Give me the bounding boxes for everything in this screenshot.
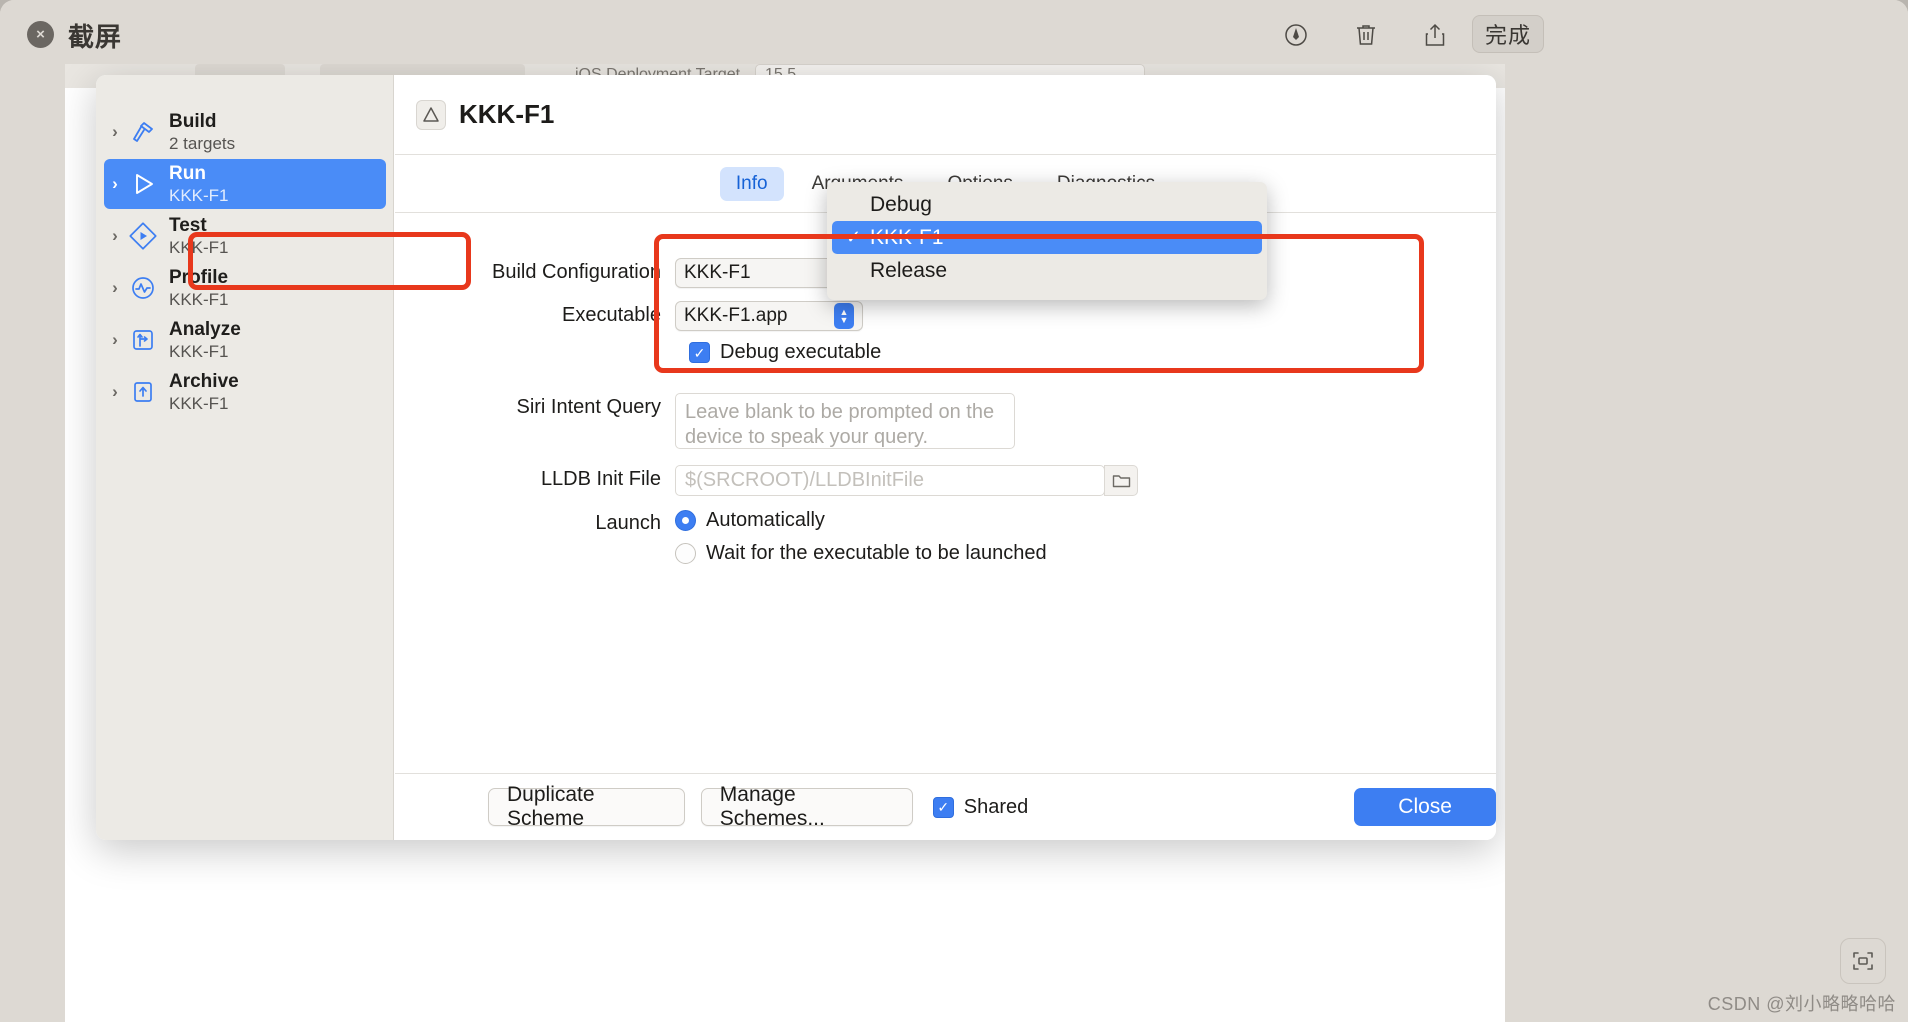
siri-intent-query-input[interactable]: Leave blank to be prompted on the device… (675, 393, 1015, 449)
duplicate-scheme-button[interactable]: Duplicate Scheme (488, 783, 685, 830)
launch-option-label: Wait for the executable to be launched (706, 542, 1047, 564)
sidebar-item-profile[interactable]: › Profile KKK-F1 (104, 263, 386, 313)
pane-header: KKK-F1 (395, 75, 1496, 155)
popup-item-release[interactable]: Release (832, 254, 1262, 287)
sidebar-item-build[interactable]: › Build 2 targets (104, 107, 386, 157)
disclosure-chevron-icon[interactable]: › (104, 122, 126, 142)
scheme-editor-sheet: › Build 2 targets › Run KKK-F1 › Test KK… (96, 75, 1496, 840)
window-title: 截屏 (68, 22, 123, 52)
analyze-icon (126, 323, 160, 357)
radio-wait-for-executable[interactable] (675, 543, 696, 564)
chevron-updown-icon: ▲▼ (834, 303, 854, 329)
share-icon[interactable] (1416, 16, 1454, 54)
disclosure-chevron-icon[interactable]: › (104, 382, 126, 402)
sidebar-item-sublabel: 2 targets (169, 133, 236, 153)
disclosure-chevron-icon[interactable]: › (104, 278, 126, 298)
sidebar-item-label: Test (169, 214, 207, 236)
lldb-init-file-row: LLDB Init File $(SRCROOT)/LLDBInitFile (395, 465, 1138, 496)
debug-executable-label: Debug executable (720, 341, 882, 363)
manage-schemes-button[interactable]: Manage Schemes... (700, 783, 913, 830)
sidebar-item-sublabel: KKK-F1 (169, 393, 229, 413)
popup-item-debug[interactable]: Debug (832, 188, 1262, 221)
launch-option-wait[interactable]: Wait for the executable to be launched (675, 542, 1047, 565)
sidebar-item-label: Analyze (169, 318, 241, 340)
siri-intent-query-row: Siri Intent Query Leave blank to be prom… (395, 393, 1015, 449)
disclosure-chevron-icon[interactable]: › (104, 330, 126, 350)
sidebar-item-label: Profile (169, 266, 229, 288)
build-configuration-row: Build Configuration KKK-F1 ▲▼ (395, 258, 863, 288)
gauge-icon (126, 271, 160, 305)
diamond-play-icon (126, 219, 160, 253)
screenshot-canvas: iOS Deployment Target 15.5 › Build (65, 64, 1505, 1022)
lldb-init-file-input[interactable]: $(SRCROOT)/LLDBInitFile (675, 465, 1105, 496)
lldb-init-file-label: LLDB Init File (540, 468, 661, 490)
close-button[interactable]: Close (1354, 788, 1496, 826)
popup-item-kkk-f1[interactable]: ✓ KKK-F1 (832, 221, 1262, 254)
archive-icon (126, 375, 160, 409)
sidebar-item-run[interactable]: › Run KKK-F1 (104, 159, 386, 209)
screenshot-preview-window: × 截屏 完成 › Build 2 targets › Run KKK-F1 ›… (0, 0, 1908, 1022)
executable-row: Executable KKK-F1.app ▲ ▼ (395, 301, 863, 331)
window-titlebar: × 截屏 完成 (0, 0, 1908, 68)
popup-item-label: Release (870, 258, 948, 282)
app-icon (416, 99, 446, 130)
debug-executable-row: ✓ Debug executable (689, 341, 881, 364)
hammer-icon (126, 115, 160, 149)
build-configuration-value: KKK-F1 (684, 262, 751, 283)
folder-icon[interactable] (1104, 465, 1138, 496)
shared-label: Shared (963, 795, 1029, 818)
disclosure-chevron-icon[interactable]: › (104, 174, 126, 194)
scheme-sidebar: › Build 2 targets › Run KKK-F1 › Test KK… (96, 75, 394, 840)
markup-pen-icon[interactable] (1277, 16, 1315, 54)
page-title: KKK-F1 (459, 99, 555, 129)
launch-row: Launch Automatically Wait for the execut… (395, 509, 1047, 565)
shared-checkbox-row[interactable]: ✓ Shared (932, 795, 1029, 819)
popup-item-label: KKK-F1 (870, 225, 944, 249)
build-configuration-popup-menu[interactable]: Debug ✓ KKK-F1 Release (827, 182, 1267, 300)
done-button[interactable]: 完成 (1472, 15, 1544, 53)
debug-executable-checkbox[interactable]: ✓ (689, 342, 710, 363)
executable-popup-button[interactable]: KKK-F1.app ▲ ▼ (675, 301, 863, 331)
trash-icon[interactable] (1347, 16, 1385, 54)
sheet-footer: Duplicate Scheme Manage Schemes... ✓ Sha… (395, 773, 1496, 840)
build-configuration-label: Build Configuration (492, 261, 661, 283)
watermark-text: CSDN @刘小略略哈哈 (1707, 994, 1896, 1014)
close-icon[interactable]: × (27, 21, 54, 48)
sidebar-item-sublabel: KKK-F1 (169, 341, 229, 361)
tab-info[interactable]: Info (719, 166, 784, 201)
sidebar-item-label: Build (169, 110, 217, 132)
screenshot-thumbnail-button[interactable] (1840, 938, 1886, 984)
disclosure-chevron-icon[interactable]: › (104, 226, 126, 246)
sidebar-item-test[interactable]: › Test KKK-F1 (104, 211, 386, 261)
shared-checkbox[interactable]: ✓ (932, 796, 954, 818)
executable-value: KKK-F1.app (684, 305, 788, 326)
siri-intent-query-label: Siri Intent Query (516, 396, 661, 418)
launch-option-label: Automatically (706, 509, 825, 531)
sidebar-item-archive[interactable]: › Archive KKK-F1 (104, 367, 386, 417)
popup-item-label: Debug (870, 192, 932, 216)
sidebar-item-analyze[interactable]: › Analyze KKK-F1 (104, 315, 386, 365)
launch-label: Launch (595, 512, 661, 534)
play-icon (126, 167, 160, 201)
sidebar-item-label: Run (169, 162, 206, 184)
executable-label: Executable (562, 304, 661, 326)
launch-option-automatically[interactable]: Automatically (675, 509, 1047, 532)
sidebar-item-label: Archive (169, 370, 239, 392)
sidebar-item-sublabel: KKK-F1 (169, 237, 229, 257)
radio-automatically[interactable] (675, 510, 696, 531)
debug-executable-checkbox-row[interactable]: ✓ Debug executable (689, 341, 881, 364)
sidebar-item-sublabel: KKK-F1 (169, 185, 229, 205)
popup-check-icon: ✓ (846, 227, 862, 247)
sidebar-item-sublabel: KKK-F1 (169, 289, 229, 309)
